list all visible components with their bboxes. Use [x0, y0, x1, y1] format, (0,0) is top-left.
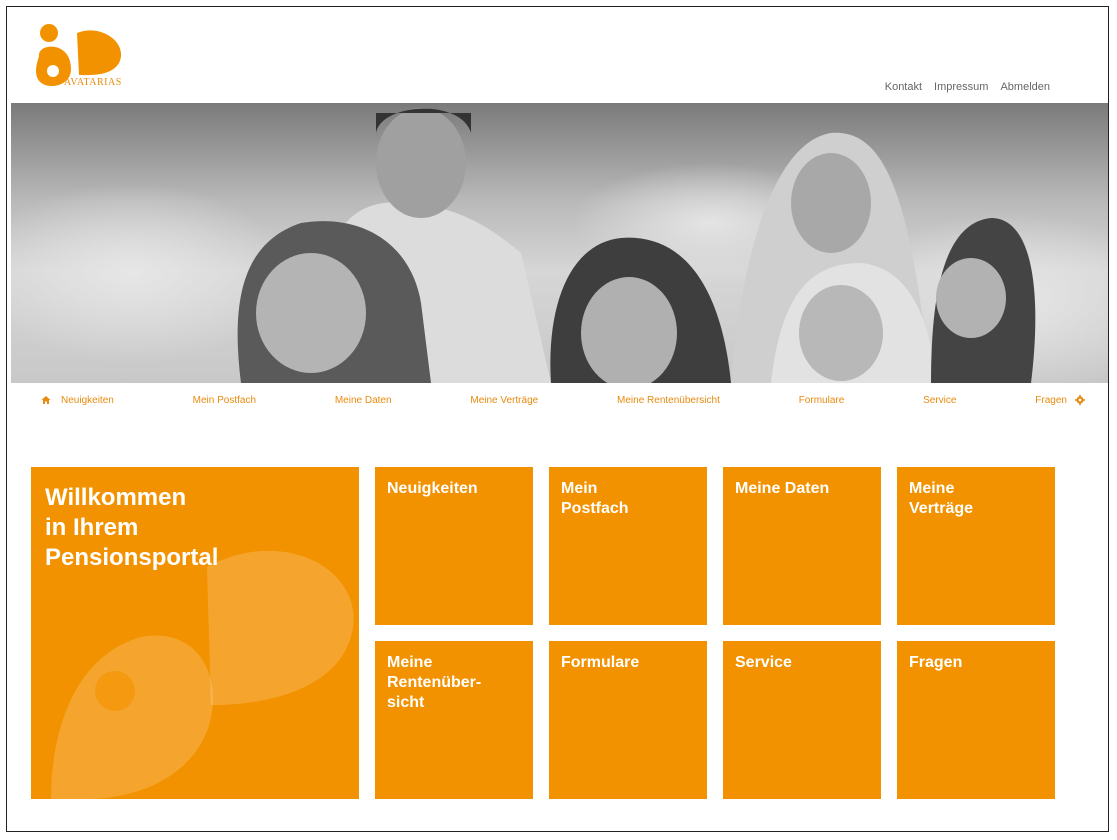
mainnav-fragen[interactable]: Fragen: [1035, 395, 1067, 406]
mainnav-meine-vertraege[interactable]: Meine Verträge: [470, 395, 538, 406]
top-navigation: Kontakt Impressum Abmelden: [885, 81, 1050, 93]
mainnav-formulare[interactable]: Formulare: [799, 395, 845, 406]
mainnav-last-group: Fragen: [1035, 395, 1085, 406]
mainnav-first-group: Neuigkeiten: [41, 395, 114, 406]
topnav-abmelden[interactable]: Abmelden: [1000, 81, 1050, 93]
main-navigation: Neuigkeiten Mein Postfach Meine Daten Me…: [41, 392, 1085, 408]
tile-service[interactable]: Service: [723, 641, 881, 799]
home-icon[interactable]: [41, 395, 51, 405]
mainnav-service[interactable]: Service: [923, 395, 956, 406]
tile-neuigkeiten[interactable]: Neuigkeiten: [375, 467, 533, 625]
hero-photo: [11, 103, 1108, 383]
gear-icon[interactable]: [1074, 395, 1085, 405]
topnav-impressum[interactable]: Impressum: [934, 81, 988, 93]
mainnav-mein-postfach[interactable]: Mein Postfach: [193, 395, 256, 406]
welcome-title: Willkommen in Ihrem Pensionsportal: [45, 484, 219, 571]
welcome-panel: Willkommen in Ihrem Pensionsportal: [31, 467, 359, 799]
logo-wordmark: AVATARIAS: [64, 77, 122, 88]
tile-mein-postfach[interactable]: Mein Postfach: [549, 467, 707, 625]
tile-meine-daten[interactable]: Meine Daten: [723, 467, 881, 625]
page-frame: AVATARIAS Kontakt Impressum Abmelden Neu…: [6, 6, 1109, 832]
tile-formulare[interactable]: Formulare: [549, 641, 707, 799]
tile-fragen[interactable]: Fragen: [897, 641, 1055, 799]
mainnav-meine-daten[interactable]: Meine Daten: [335, 395, 392, 406]
topnav-kontakt[interactable]: Kontakt: [885, 81, 922, 93]
mainnav-meine-rentenuebersicht[interactable]: Meine Rentenübersicht: [617, 395, 720, 406]
mainnav-neuigkeiten[interactable]: Neuigkeiten: [61, 395, 114, 406]
tile-meine-vertraege[interactable]: Meine Verträge: [897, 467, 1055, 625]
tile-meine-rentenuebersicht[interactable]: Meine Rentenüber- sicht: [375, 641, 533, 799]
